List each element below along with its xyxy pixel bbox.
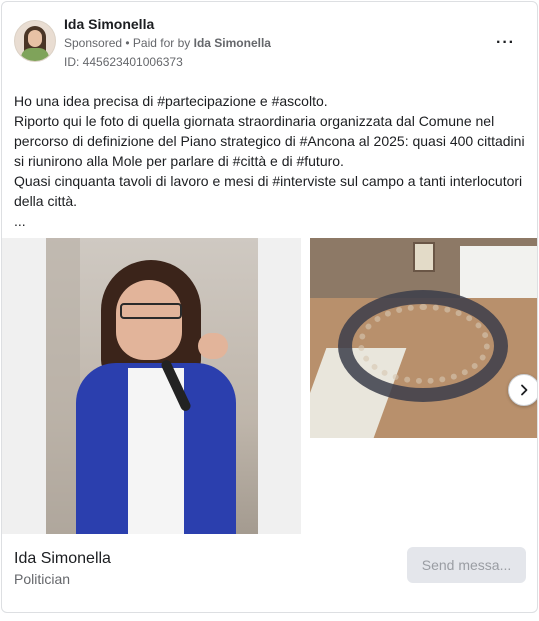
sponsored-label: Sponsored: [64, 36, 123, 50]
post-text-line: Riporto qui le foto di quella giornata s…: [14, 113, 525, 169]
send-message-button[interactable]: Send messa...: [407, 547, 526, 583]
post-text-line: ...: [14, 213, 26, 229]
more-options-icon[interactable]: ···: [496, 34, 515, 52]
chevron-right-glyph: [521, 384, 528, 396]
avatar-body: [21, 48, 49, 61]
post-header: Ida Simonella Sponsored • Paid for by Id…: [14, 16, 525, 72]
photo-face: [116, 280, 182, 360]
post-text-line: Quasi cinquanta tavoli di lavoro e mesi …: [14, 173, 523, 209]
meta-separator: •: [122, 36, 133, 50]
footer-name[interactable]: Ida Simonella: [14, 550, 111, 568]
sponsored-line: Sponsored • Paid for by Ida Simonella: [64, 36, 271, 50]
paid-for-name: Ida Simonella: [193, 36, 271, 50]
photo-glasses: [120, 303, 182, 319]
post-text: Ho una idea precisa di #partecipazione e…: [14, 91, 529, 231]
image-carousel: [2, 238, 537, 538]
paid-for-prefix: Paid for by: [132, 36, 194, 50]
photo-inner-circle: [358, 304, 490, 384]
author-name[interactable]: Ida Simonella: [64, 16, 154, 32]
ad-id: ID: 445623401006373: [64, 55, 183, 69]
carousel-slide-2[interactable]: [310, 238, 537, 438]
post-text-line: Ho una idea precisa di #partecipazione e…: [14, 93, 328, 109]
author-avatar[interactable]: [14, 20, 56, 62]
card-footer: Ida Simonella Politician Send messa...: [2, 538, 537, 612]
speaker-photo: [46, 238, 258, 534]
carousel-slide-1[interactable]: [2, 238, 301, 534]
chevron-right-icon[interactable]: [508, 374, 537, 406]
avatar-face: [28, 30, 42, 47]
photo-window: [413, 242, 435, 272]
footer-role: Politician: [14, 571, 71, 587]
photo-hand: [198, 333, 228, 359]
photo-background-pillar: [46, 238, 80, 534]
ad-card: Ida Simonella Sponsored • Paid for by Id…: [1, 1, 538, 613]
